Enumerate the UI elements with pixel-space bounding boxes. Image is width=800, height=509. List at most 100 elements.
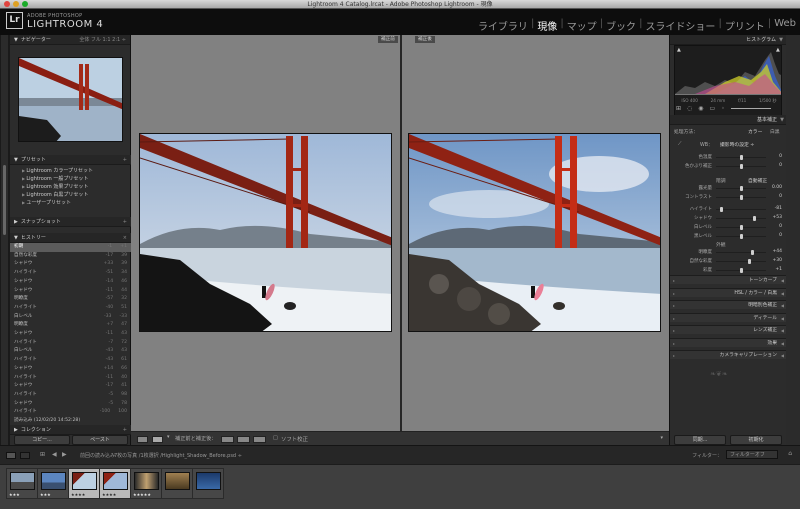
wb-picker-icon[interactable]: ⟋ <box>678 142 681 147</box>
filmstrip-cell[interactable]: ★★★ <box>6 468 38 499</box>
slider-value[interactable]: 0 <box>768 163 782 168</box>
slider-knob[interactable] <box>720 207 723 212</box>
history-row[interactable]: ハイライト -5 98 <box>10 391 131 400</box>
filmstrip-cell[interactable] <box>161 468 193 499</box>
loupe-view-button[interactable] <box>137 436 148 443</box>
slider-knob[interactable] <box>740 268 743 273</box>
crop-tool-icon[interactable]: ⊞ <box>676 105 681 112</box>
add-snapshot-icon[interactable]: + <box>123 217 127 227</box>
star-rating[interactable]: ★★★ <box>40 492 51 497</box>
history-row[interactable]: シャドウ -17 41 <box>10 382 131 391</box>
before-after-view-button[interactable] <box>152 436 163 443</box>
slider-track[interactable] <box>716 261 766 262</box>
history-row[interactable]: シャドウ -14 46 <box>10 278 131 287</box>
basic-slider[interactable]: 白レベル 0 <box>678 224 782 231</box>
left-panel-scrollbar[interactable] <box>1 35 8 445</box>
navigator-zoom-options[interactable]: 全体 フル 1:1 2:1 ÷ <box>79 35 126 45</box>
module-tab[interactable]: Web <box>774 18 796 33</box>
history-row[interactable]: シャドウ -5 78 <box>10 400 131 409</box>
grid-view-icon[interactable]: ⊞ <box>40 451 45 458</box>
sync-settings-button[interactable]: 同期... <box>674 435 726 445</box>
history-row[interactable]: 白レベル -43 43 <box>10 347 131 356</box>
module-tab[interactable]: ライブラリ <box>478 18 528 33</box>
slider-knob[interactable] <box>740 234 743 239</box>
slider-value[interactable]: 0 <box>768 154 782 159</box>
slider-knob[interactable] <box>740 225 743 230</box>
history-row[interactable]: ハイライト -43 61 <box>10 356 131 365</box>
paste-settings-button[interactable]: ペースト <box>72 435 128 445</box>
histogram-header[interactable]: ヒストグラム ▼ <box>670 35 786 45</box>
history-row[interactable]: 明瞭度 +7 47 <box>10 321 131 330</box>
history-row[interactable]: シャドウ +33 39 <box>10 260 131 269</box>
treatment-bw-option[interactable]: 白黒 <box>770 128 780 135</box>
history-row[interactable]: ハイライト -51 34 <box>10 269 131 278</box>
add-collection-icon[interactable]: + <box>123 425 127 435</box>
spot-removal-icon[interactable]: ◌ <box>687 105 692 112</box>
treatment-color-option[interactable]: カラー <box>748 128 762 135</box>
soft-proof-checkbox[interactable]: □ <box>273 435 278 441</box>
basic-slider[interactable]: 色温度 0 <box>678 154 782 161</box>
slider-value[interactable]: +44 <box>768 249 783 254</box>
panel-section-header[interactable]: 効果 <box>670 337 787 348</box>
history-row[interactable]: シャドウ -11 43 <box>10 330 131 339</box>
slider-value[interactable]: 0.00 <box>768 185 782 190</box>
slider-value[interactable]: 0 <box>768 194 782 199</box>
slider-knob[interactable] <box>740 195 743 200</box>
slider-track[interactable] <box>716 252 766 253</box>
basic-slider[interactable]: 黒レベル 0 <box>678 233 782 240</box>
history-header[interactable]: ▼ ヒストリー × <box>10 233 131 243</box>
slider-value[interactable]: -81 <box>768 206 782 211</box>
module-tab[interactable]: スライドショー <box>645 18 715 33</box>
history-row[interactable]: シャドウ -11 44 <box>10 287 131 296</box>
snapshots-header[interactable]: ▶ スナップショット + <box>10 217 131 227</box>
history-row[interactable]: 初期 -1 +1 <box>10 243 131 252</box>
panel-section-header[interactable]: 明暗別色補正 <box>670 300 787 310</box>
filmstrip-source[interactable]: 前回の読み込み <box>80 452 115 459</box>
primary-window-icon[interactable] <box>6 452 16 459</box>
panel-section-header[interactable]: ディテール <box>670 312 787 323</box>
filmstrip-cell[interactable]: ★★★★ <box>68 468 100 499</box>
slider-value[interactable]: +1 <box>768 267 782 272</box>
after-photo[interactable] <box>408 133 661 332</box>
adjustment-brush-icon[interactable]: ◦ <box>721 105 725 112</box>
wb-select[interactable]: 撮影時の設定 ÷ <box>720 141 754 148</box>
module-tab[interactable]: 現像 <box>537 18 557 33</box>
basic-slider[interactable]: コントラスト 0 <box>678 194 782 201</box>
basic-slider[interactable]: 露光量 0.00 <box>678 185 782 192</box>
graduated-filter-icon[interactable]: ▭ <box>710 105 716 112</box>
preset-folder[interactable]: Lightroom 効果プリセット <box>22 183 131 191</box>
copy-after-to-before-button[interactable] <box>237 436 250 443</box>
navigator-header[interactable]: ▼ ナビゲーター 全体 フル 1:1 2:1 ÷ <box>10 35 130 45</box>
auto-tone-button[interactable]: 自動補正 <box>748 177 767 184</box>
scrollbar-thumb[interactable] <box>3 165 6 235</box>
filmstrip-cell[interactable] <box>192 468 224 499</box>
panel-section-header[interactable]: トーンカーブ <box>670 275 787 285</box>
module-tab[interactable]: マップ <box>567 18 597 33</box>
history-row[interactable]: ハイライト -11 40 <box>10 374 131 383</box>
slider-knob[interactable] <box>740 164 743 169</box>
star-rating[interactable]: ★★★★★ <box>133 492 151 497</box>
presets-header[interactable]: ▼ プリセット + <box>10 155 131 165</box>
slider-track[interactable] <box>716 218 766 219</box>
module-tab[interactable]: ブック <box>606 18 636 33</box>
module-tab[interactable]: プリント <box>725 18 765 33</box>
basic-slider[interactable]: 自然な彩度 +30 <box>678 258 782 265</box>
collections-header[interactable]: ▶ コレクション + <box>10 425 131 435</box>
filmstrip-cell[interactable]: ★★★ <box>37 468 69 499</box>
star-rating[interactable]: ★★★★ <box>71 492 85 497</box>
preset-folder[interactable]: ユーザープリセット <box>22 199 131 207</box>
toolbar-menu-icon[interactable]: ▾ <box>660 435 663 441</box>
star-rating[interactable]: ★★★ <box>9 492 20 497</box>
history-row[interactable]: ハイライト -40 51 <box>10 304 131 313</box>
slider-value[interactable]: 0 <box>768 224 782 229</box>
slider-knob[interactable] <box>740 155 743 160</box>
secondary-window-icon[interactable] <box>20 452 30 459</box>
slider-knob[interactable] <box>753 216 756 221</box>
panel-section-header[interactable]: カメラキャリブレーション <box>670 350 787 360</box>
basic-header[interactable]: 基本補正 ▼ <box>670 115 787 125</box>
reset-button[interactable]: 初期化 <box>730 435 782 445</box>
swap-before-after-button[interactable] <box>253 436 266 443</box>
preset-folder[interactable]: Lightroom 白黒プリセット <box>22 191 131 199</box>
slider-value[interactable]: +53 <box>768 215 783 220</box>
history-row[interactable]: シャドウ +14 66 <box>10 365 131 374</box>
